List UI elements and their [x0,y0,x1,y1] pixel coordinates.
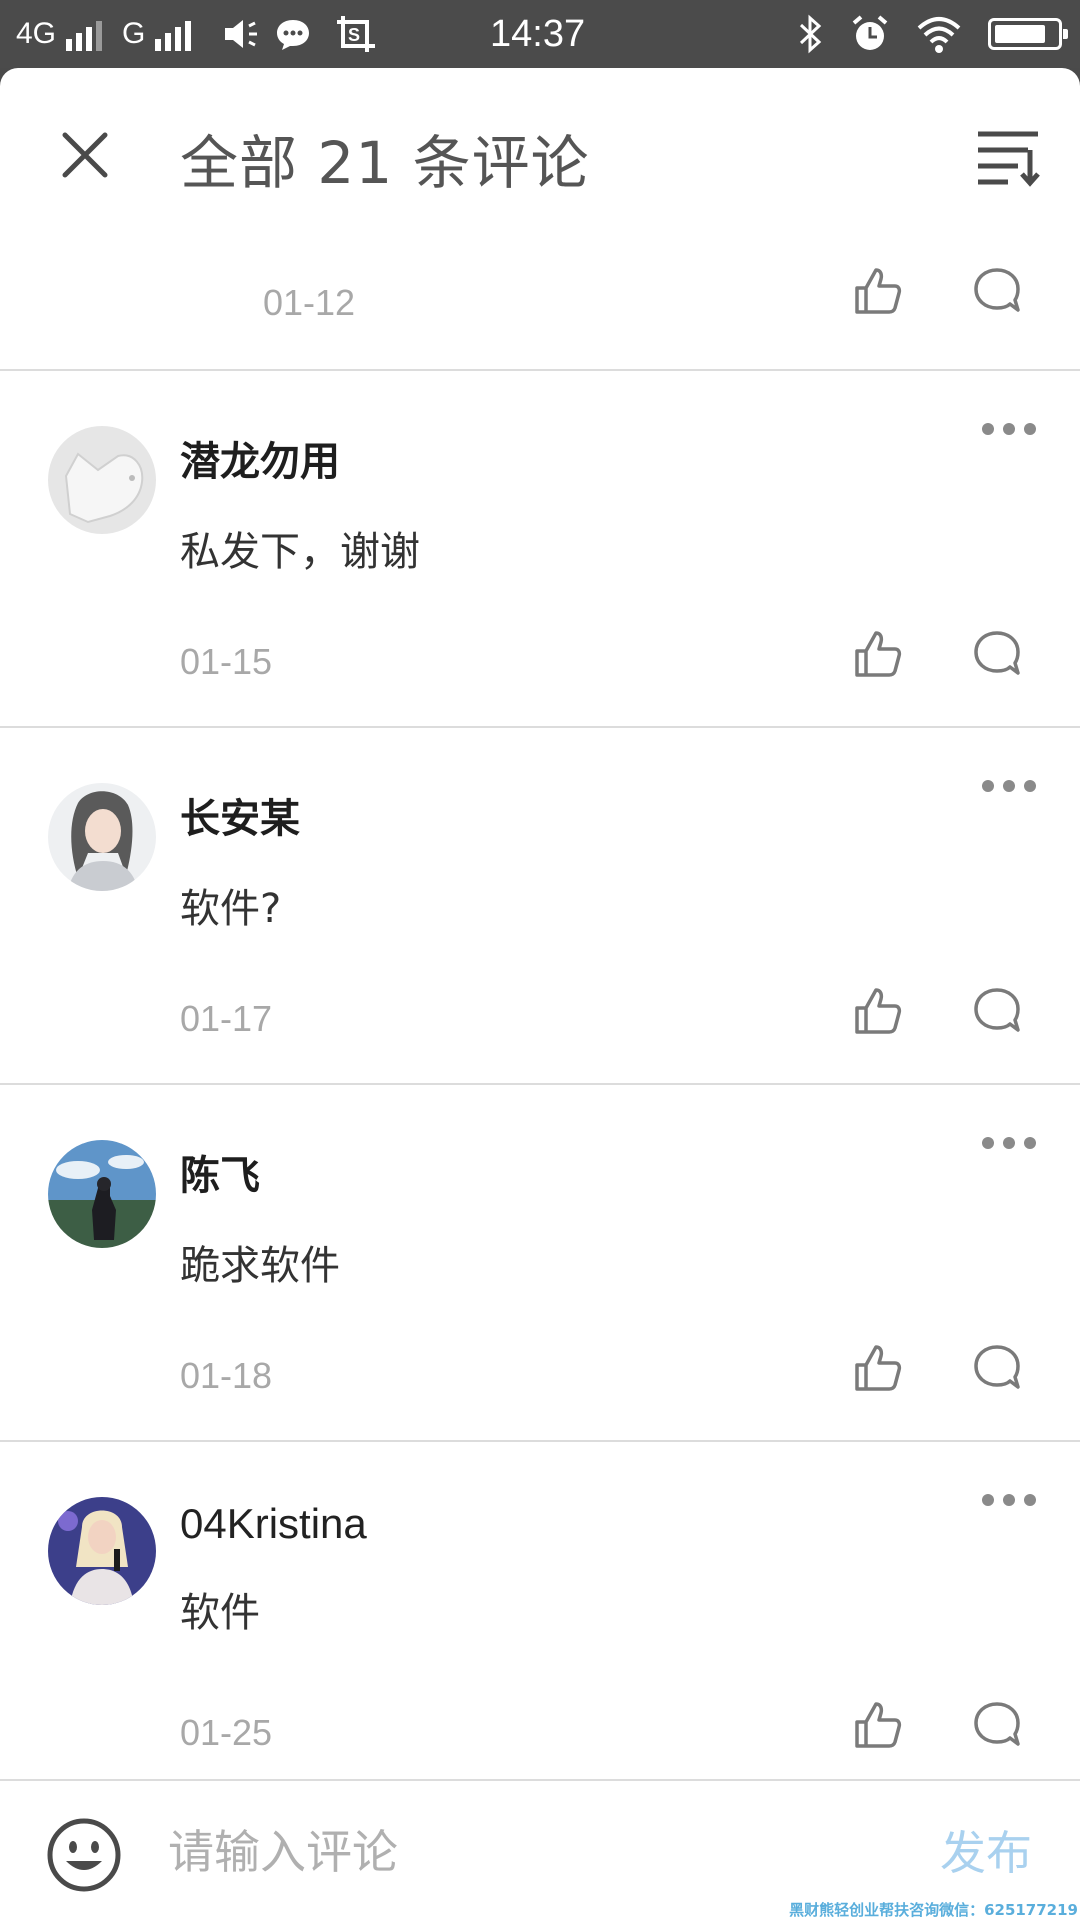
vibrate-icon [225,20,258,48]
status-bar-left: 4G G S [16,0,377,68]
comment-item: 潜龙勿用 私发下，谢谢 01-15 [0,371,1080,728]
comment-date: 01-25 [180,1712,273,1753]
comment-date: 01-15 [180,641,273,682]
reply-button[interactable] [972,266,1022,316]
like-button[interactable] [852,1700,902,1750]
comment-text: 软件? [180,886,282,932]
commenter-name[interactable]: 潜龙勿用 [180,429,340,487]
comment-bubble-icon [974,1702,1020,1746]
status-bar: 4G G S 14:37 [0,0,1080,68]
emoji-icon [47,1818,121,1892]
commenter-name[interactable]: 长安某 [180,786,300,844]
battery-icon [988,18,1068,50]
list-item: 01-12 [0,238,1080,371]
commenter-name[interactable]: 04Kristina [180,1500,367,1548]
wifi-icon [917,17,961,53]
comment-date: 01-18 [180,1355,273,1396]
anime-avatar-icon [48,783,156,891]
reply-button[interactable] [972,986,1022,1036]
comment-text: 私发下，谢谢 [180,529,420,575]
thumbs-up-icon [855,988,902,1034]
comment-bubble-icon [974,1345,1020,1389]
more-options-button[interactable] [982,419,1036,439]
chat-notification-icon [277,20,310,50]
close-button[interactable] [50,120,120,190]
comment-bubble-icon [974,988,1020,1032]
default-avatar-icon [48,426,156,534]
comment-bubble-icon [974,631,1020,675]
thumbs-up-icon [855,1702,902,1748]
alarm-icon [852,15,888,50]
close-icon [62,132,108,178]
comment-item: 04Kristina 软件 01-25 [0,1442,1080,1799]
status-time: 14:37 [490,13,586,55]
svg-text:S: S [348,25,360,45]
status-bar-right [798,0,1068,68]
avatar[interactable] [48,1140,156,1248]
bluetooth-icon [799,14,822,54]
thumbs-up-icon [855,268,902,314]
photo-avatar-icon [48,1140,156,1248]
comment-input-bar: 发布 黑财熊轻创业帮扶咨询微信：625177219 [0,1779,1080,1920]
comment-item: 陈飞 跪求软件 01-18 [0,1085,1080,1442]
like-button[interactable] [852,266,902,316]
thumbs-up-icon [855,631,902,677]
reply-button[interactable] [972,1343,1022,1393]
avatar[interactable] [48,783,156,891]
like-button[interactable] [852,1343,902,1393]
avatar[interactable] [48,1497,156,1605]
network-type-2: G [122,17,146,50]
comment-item: 长安某 软件? 01-17 [0,728,1080,1085]
reply-button[interactable] [972,1700,1022,1750]
comment-text: 跪求软件 [180,1243,340,1289]
sort-button[interactable] [974,124,1044,188]
network-type-1: 4G [16,17,57,50]
like-button[interactable] [852,629,902,679]
emoji-button[interactable] [46,1817,122,1893]
signal-icon-2 [155,17,192,51]
like-button[interactable] [852,986,902,1036]
more-options-button[interactable] [982,1490,1036,1510]
page-title: 全部 21 条评论 [180,129,590,197]
more-options-button[interactable] [982,1133,1036,1153]
comment-input[interactable] [168,1807,888,1897]
comment-bubble-icon [974,268,1020,312]
reply-button[interactable] [972,629,1022,679]
photo-avatar-icon [48,1497,156,1605]
watermark: 黑财熊轻创业帮扶咨询微信：625177219 [789,1901,1078,1919]
sort-icon [978,131,1040,187]
commenter-name[interactable]: 陈飞 [180,1143,260,1201]
sheet-header: 全部 21 条评论 [0,68,1080,238]
thumbs-up-icon [855,1345,902,1391]
screenshot-icon: S [337,16,376,52]
comment-date: 01-12 [263,282,356,323]
avatar[interactable] [48,426,156,534]
comment-date: 01-17 [180,998,273,1039]
comments-sheet: 全部 21 条评论 01-12 潜龙勿用 私发下，谢谢 01-15 长安某 软件… [0,68,1080,1920]
signal-icon-1 [66,17,103,51]
comment-text: 软件 [180,1590,260,1636]
more-options-button[interactable] [982,776,1036,796]
publish-button[interactable]: 发布 [940,1817,1032,1883]
